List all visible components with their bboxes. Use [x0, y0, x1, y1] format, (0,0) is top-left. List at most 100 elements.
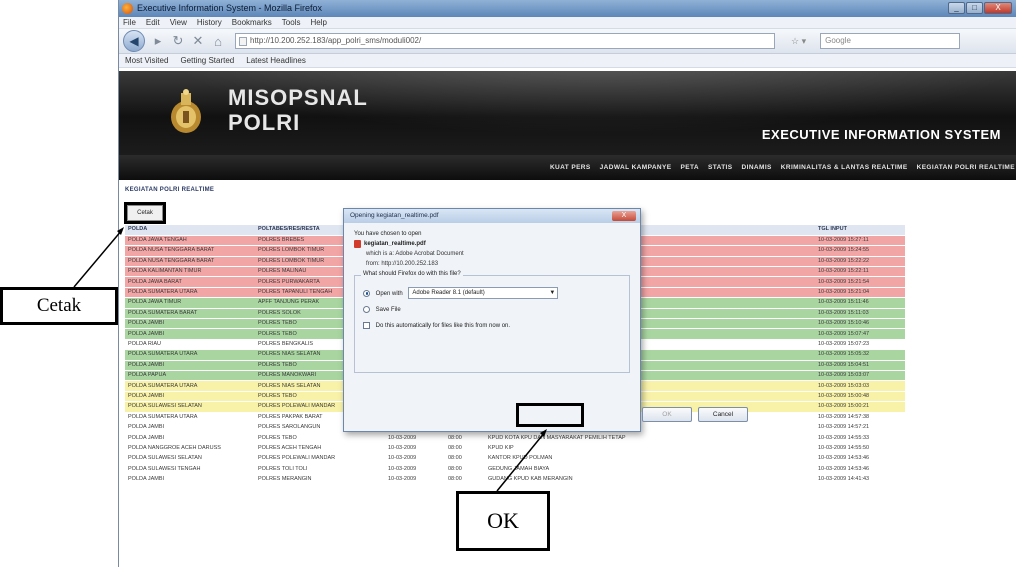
- cetak-callout-label: Cetak: [0, 287, 118, 325]
- menu-help[interactable]: Help: [310, 17, 326, 28]
- window-controls: _ □ X: [948, 2, 1012, 14]
- cell-tgl-input: 10-03-2009 15:04:51: [815, 360, 905, 371]
- cell-tgl-input: 10-03-2009 15:03:07: [815, 370, 905, 382]
- dialog-title: Opening kegiatan_realtime.pdf: [350, 212, 439, 219]
- cancel-button[interactable]: Cancel: [698, 407, 748, 422]
- menu-tools[interactable]: Tools: [282, 17, 301, 28]
- open-with-option[interactable]: Open with Adobe Reader 8.1 (default) ▼: [363, 286, 621, 302]
- open-with-label: Open with: [375, 291, 403, 297]
- cell-polda: POLDA JAWA TIMUR: [125, 297, 255, 309]
- cell-tgl-input: 10-03-2009 15:10:46: [815, 318, 905, 330]
- table-row[interactable]: POLDA NANGGROE ACEH DARUSS POLRES ACEH TE…: [125, 443, 905, 455]
- cell-tgl-input: 10-03-2009 15:22:22: [815, 256, 905, 268]
- table-row[interactable]: POLDA SULAWESI TENGAH POLRES TOLI TOLI 10-…: [125, 463, 905, 475]
- minimize-button[interactable]: _: [948, 2, 965, 14]
- dialog-question: What should Firefox do with this file?: [361, 271, 463, 277]
- site-nav: KUAT PERS JADWAL KAMPANYE PETA STATIS DI…: [119, 155, 1016, 180]
- page-icon: [239, 37, 247, 46]
- table-row[interactable]: POLDA SULAWESI SELATAN POLRES POLEWALI MA…: [125, 453, 905, 465]
- site-header: MISOPSNAL POLRI EXECUTIVE INFORMATION SY…: [119, 71, 1016, 155]
- open-with-app-select[interactable]: Adobe Reader 8.1 (default) ▼: [408, 287, 559, 300]
- brand-title-line2: POLRI: [228, 110, 301, 135]
- reload-icon[interactable]: ↻: [171, 33, 185, 49]
- home-icon[interactable]: ⌂: [211, 34, 225, 49]
- auto-action-label: Do this automatically for files like thi…: [375, 323, 511, 329]
- url-bar[interactable]: http://10.200.252.183/app_polri_sms/modu…: [235, 33, 775, 49]
- cell-kegiatan: KPUD KIP: [485, 443, 815, 455]
- auto-action-checkbox[interactable]: [363, 321, 370, 329]
- cell-tgl-input: 10-03-2009 15:05:32: [815, 349, 905, 361]
- cell-polda: POLDA NUSA TENGGARA BARAT: [125, 245, 255, 257]
- cell-polda: POLDA SUMATERA UTARA: [125, 412, 255, 423]
- bookmark-star-icon[interactable]: ☆ ▾: [791, 36, 806, 47]
- bookmark-latest-headlines[interactable]: Latest Headlines: [246, 54, 306, 67]
- menu-edit[interactable]: Edit: [146, 17, 160, 28]
- open-with-radio[interactable]: [363, 289, 370, 297]
- dialog-filetype: which is a: Adobe Acrobat Document: [366, 251, 464, 257]
- nav-statis[interactable]: STATIS: [708, 164, 733, 171]
- bookmark-getting-started[interactable]: Getting Started: [180, 54, 234, 67]
- cell-kegiatan: KANTOR KPUD POLMAN: [485, 453, 815, 465]
- cell-polda: POLDA JAMBI: [125, 318, 255, 330]
- cell-tgl-input: 10-03-2009 15:21:54: [815, 276, 905, 288]
- cell-polda: POLDA NUSA TENGGARA BARAT: [125, 256, 255, 268]
- page-heading: KEGIATAN POLRI REALTIME: [125, 187, 215, 193]
- bookmark-most-visited[interactable]: Most Visited: [125, 54, 168, 67]
- save-file-radio[interactable]: [363, 305, 370, 313]
- nav-kuat-pers[interactable]: KUAT PERS: [550, 164, 591, 171]
- cetak-arrow: [73, 229, 123, 288]
- cell-polda: POLDA JAMBI: [125, 328, 255, 340]
- cell-polda: POLDA PAPUA: [125, 370, 255, 382]
- back-button[interactable]: ◀: [123, 30, 145, 52]
- cell-polda: POLDA JAWA BARAT: [125, 276, 255, 288]
- cell-polres: POLRES MERANGIN: [255, 474, 385, 486]
- menu-view[interactable]: View: [170, 17, 187, 28]
- nav-peta[interactable]: PETA: [681, 164, 699, 171]
- table-row[interactable]: POLDA JAMBI POLRES TEBO 10-03-2009 08:00 KPU…: [125, 432, 905, 444]
- close-window-button[interactable]: X: [984, 2, 1012, 14]
- cell-tgl-input: 10-03-2009 14:57:21: [815, 422, 905, 434]
- cell-tanggal: 10-03-2009: [385, 443, 445, 455]
- cell-tanggal: 10-03-2009: [385, 463, 445, 475]
- cell-polda: POLDA NANGGROE ACEH DARUSS: [125, 443, 255, 455]
- cell-tgl-input: 10-03-2009 15:22:11: [815, 266, 905, 278]
- site-tagline: EXECUTIVE INFORMATION SYSTEM: [761, 127, 1001, 142]
- cell-tgl-input: 10-03-2009 15:27:11: [815, 235, 905, 247]
- cell-kegiatan: GUDANG KPUD KAB MERANGIN: [485, 474, 815, 486]
- auto-action-option[interactable]: Do this automatically for files like thi…: [363, 318, 621, 334]
- ok-button[interactable]: OK: [642, 407, 692, 422]
- menu-file[interactable]: File: [123, 17, 136, 28]
- cell-tgl-input: 10-03-2009 15:07:47: [815, 328, 905, 340]
- cell-tgl-input: 10-03-2009 15:11:03: [815, 308, 905, 320]
- cell-polres: POLRES POLEWALI MANDAR: [255, 453, 385, 465]
- save-file-option[interactable]: Save File: [363, 302, 621, 318]
- menu-bookmarks[interactable]: Bookmarks: [232, 17, 272, 28]
- cell-polres: POLRES TEBO: [255, 432, 385, 444]
- ok-callout-label: OK: [456, 491, 550, 551]
- cell-kegiatan: GEDUNG JAMAH BIAYA: [485, 463, 815, 475]
- nav-kegiatan-polri[interactable]: KEGIATAN POLRI REALTIME: [917, 164, 1015, 171]
- menu-history[interactable]: History: [197, 17, 222, 28]
- cell-tgl-input: 10-03-2009 14:55:33: [815, 432, 905, 444]
- nav-dinamis[interactable]: DINAMIS: [742, 164, 772, 171]
- nav-jadwal-kampanye[interactable]: JADWAL KAMPANYE: [600, 164, 672, 171]
- cell-polda: POLDA SULAWESI TENGAH: [125, 463, 255, 475]
- nav-kriminalitas-lantas[interactable]: KRIMINALITAS & LANTAS REALTIME: [781, 164, 908, 171]
- cell-tgl-input: 10-03-2009 15:11:46: [815, 297, 905, 309]
- cell-polda: POLDA SUMATERA UTARA: [125, 287, 255, 299]
- browser-window: Executive Information System - Mozilla F…: [118, 0, 1016, 567]
- navigation-toolbar: ◀ ▸ ↻ ✕ ⌂ http://10.200.252.183/app_polr…: [119, 29, 1016, 54]
- title-bar: Executive Information System - Mozilla F…: [119, 0, 1016, 17]
- dialog-close-button[interactable]: X: [612, 211, 636, 221]
- cell-polda: POLDA JAMBI: [125, 474, 255, 486]
- cell-polda: POLDA SULAWESI SELATAN: [125, 401, 255, 413]
- search-input[interactable]: Google: [820, 33, 961, 49]
- cell-jam: 08:00: [445, 474, 485, 486]
- dialog-action-group: What should Firefox do with this file? O…: [354, 271, 630, 373]
- cell-polda: POLDA JAMBI: [125, 360, 255, 371]
- stop-icon[interactable]: ✕: [191, 33, 205, 49]
- forward-icon[interactable]: ▸: [151, 33, 165, 49]
- cell-polda: POLDA SUMATERA BARAT: [125, 308, 255, 320]
- table-row[interactable]: POLDA JAMBI POLRES MERANGIN 10-03-2009 08:0…: [125, 474, 905, 486]
- maximize-button[interactable]: □: [966, 2, 983, 14]
